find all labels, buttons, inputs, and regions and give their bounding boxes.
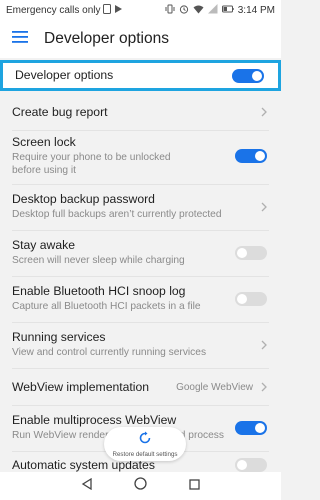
multiprocess-webview-toggle[interactable] xyxy=(235,421,267,435)
row-subtitle: Require your phone to be unlocked before… xyxy=(12,152,171,176)
status-time: 3:14 PM xyxy=(237,4,275,16)
row-title: Enable multiprocess WebView xyxy=(12,413,177,428)
play-store-icon xyxy=(114,4,123,17)
row-title: Stay awake xyxy=(12,238,76,253)
signal-icon xyxy=(207,3,218,17)
running-services-row[interactable]: Running services View and control curren… xyxy=(0,324,281,366)
page-title: Developer options xyxy=(44,30,169,47)
refresh-icon xyxy=(138,431,152,450)
create-bug-report-row[interactable]: Create bug report xyxy=(0,96,281,128)
home-icon[interactable] xyxy=(134,477,148,495)
divider xyxy=(12,276,269,277)
chevron-right-icon xyxy=(259,380,269,394)
vibrate-icon xyxy=(165,4,175,17)
developer-options-row[interactable]: Developer options xyxy=(0,60,281,91)
back-icon[interactable] xyxy=(81,477,93,495)
recents-icon[interactable] xyxy=(189,477,200,495)
status-bar: Emergency calls only 3:14 PM xyxy=(0,0,281,20)
chevron-right-icon xyxy=(259,200,269,214)
divider xyxy=(12,130,269,131)
row-subtitle: Capture all Bluetooth HCI packets in a f… xyxy=(12,301,201,313)
row-subtitle: Desktop full backups aren’t currently pr… xyxy=(12,209,222,221)
divider xyxy=(12,230,269,231)
row-subtitle: View and control currently running servi… xyxy=(12,347,207,359)
status-text: Emergency calls only xyxy=(6,4,101,16)
bluetooth-hci-snoop-toggle[interactable] xyxy=(235,292,267,306)
divider xyxy=(12,322,269,323)
row-title: Enable Bluetooth HCI snoop log xyxy=(12,284,186,299)
battery-icon xyxy=(221,4,234,17)
webview-implementation-row[interactable]: WebView implementation Google WebView xyxy=(0,370,281,404)
hamburger-menu-icon[interactable] xyxy=(12,30,28,48)
divider xyxy=(12,368,269,369)
screen-lock-toggle[interactable] xyxy=(235,149,267,163)
chevron-right-icon xyxy=(259,105,269,119)
navigation-bar xyxy=(0,472,281,500)
sim-card-icon xyxy=(103,3,112,17)
automatic-system-updates-toggle[interactable] xyxy=(235,458,267,472)
row-title: Screen lock xyxy=(12,135,76,149)
row-title: Running services xyxy=(12,330,106,345)
alarm-icon xyxy=(179,4,189,17)
screen-lock-row[interactable]: Screen lock Require your phone to be unl… xyxy=(0,132,281,180)
stay-awake-toggle[interactable] xyxy=(235,246,267,260)
row-title: Developer options xyxy=(15,68,114,82)
stay-awake-row[interactable]: Stay awake Screen will never sleep while… xyxy=(0,232,281,274)
restore-default-settings-button[interactable]: Restore default settings xyxy=(104,427,186,461)
row-title: Create bug report xyxy=(12,104,108,119)
wifi-icon xyxy=(193,4,204,17)
settings-list: Developer options Create bug report Scre… xyxy=(0,58,281,472)
row-title: Desktop backup password xyxy=(12,192,155,207)
restore-default-settings-label: Restore default settings xyxy=(112,450,178,458)
divider xyxy=(12,405,269,406)
desktop-backup-password-row[interactable]: Desktop backup password Desktop full bac… xyxy=(0,186,281,228)
bluetooth-hci-snoop-row[interactable]: Enable Bluetooth HCI snoop log Capture a… xyxy=(0,278,281,320)
chevron-right-icon xyxy=(259,338,269,352)
row-subtitle: Screen will never sleep while charging xyxy=(12,255,185,267)
app-bar: Developer options xyxy=(0,20,281,58)
webview-implementation-value: Google WebView xyxy=(176,381,253,393)
developer-options-toggle[interactable] xyxy=(232,68,264,83)
row-title: WebView implementation xyxy=(12,379,150,394)
divider xyxy=(12,184,269,185)
